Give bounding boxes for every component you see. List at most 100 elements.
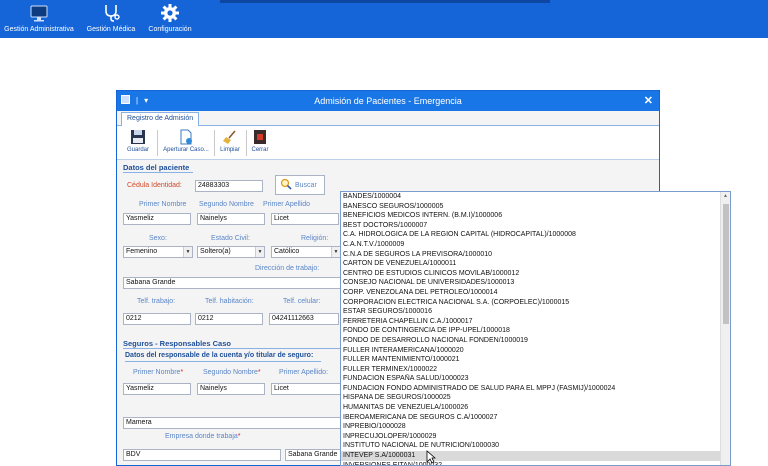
religion-label: Religión:	[301, 235, 329, 242]
dropdown-option[interactable]: FONDO DE DESARROLLO NACIONAL FONDEN/1000…	[341, 336, 721, 346]
dropdown-option[interactable]: INSTITUTO NACIONAL DE NUTRICION/1000030	[341, 441, 721, 451]
company-field[interactable]: BDV	[123, 449, 281, 461]
section-underline	[123, 172, 193, 173]
dropdown-option[interactable]: ESTAR SEGUROS/1000016	[341, 307, 721, 317]
save-button[interactable]: Guardar	[123, 128, 153, 158]
ins-address-field[interactable]: Mamera	[123, 417, 341, 429]
nav-label: Gestión Médica	[86, 26, 136, 33]
dropdown-option[interactable]: BANESCO SEGUROS/1000005	[341, 202, 721, 212]
dropdown-option[interactable]: FUNDACION ESPAÑA SALUD/1000023	[341, 374, 721, 384]
second-name-label: Segundo Nombre	[199, 201, 254, 208]
civil-status-label: Estado Civil:	[211, 235, 250, 242]
phone-home-field[interactable]: 0212	[195, 313, 263, 325]
dropdown-option[interactable]: BEST DOCTORS/1000007	[341, 221, 721, 231]
dropdown-option[interactable]: C.A. HIDROLOGICA DE LA REGION CAPITAL (H…	[341, 230, 721, 240]
dropdown-option[interactable]: FULLER TERMINEX/1000022	[341, 365, 721, 375]
search-button[interactable]: Buscar	[275, 175, 325, 195]
nav-label: Configuración	[148, 26, 192, 33]
nav-gestion-medica[interactable]: Gestión Médica	[86, 2, 136, 36]
subsection-underline	[125, 361, 321, 362]
phone-work-label: Telf. trabajo:	[137, 298, 176, 305]
chevron-down-icon: ▼	[255, 247, 264, 257]
ins-second-name-label: Segundo Nombre*	[203, 369, 261, 376]
toolbar-separator	[246, 130, 247, 156]
dropdown-option[interactable]: BENEFICIOS MEDICOS INTERN. (B.M.I)/10000…	[341, 211, 721, 221]
dropdown-option[interactable]: CARTON DE VENEZUELA/1000011	[341, 259, 721, 269]
ribbon-tabs: Registro de Admisión	[117, 111, 659, 126]
dropdown-scrollbar[interactable]: ▲	[720, 192, 730, 465]
dialog-title: Admisión de Pacientes - Emergencia	[314, 96, 462, 106]
insurance-dropdown-list[interactable]: BANDES/1000004 BANESCO SEGUROS/1000005 BEN…	[340, 191, 731, 466]
exit-icon	[251, 128, 269, 146]
close-button[interactable]: Cerrar	[248, 128, 272, 158]
dropdown-option[interactable]: CONSEJO NACIONAL DE UNIVERSIDADES/100001…	[341, 278, 721, 288]
dropdown-option[interactable]: CENTRO DE ESTUDIOS CLINICOS MOVILAB/1000…	[341, 269, 721, 279]
sex-label: Sexo:	[149, 235, 167, 242]
chevron-down-icon: ▼	[331, 247, 340, 257]
first-name-field[interactable]: Yasmeliz	[123, 213, 191, 225]
nav-label: Gestión Administrativa	[4, 26, 74, 33]
phone-work-field[interactable]: 0212	[123, 313, 191, 325]
top-navigation-bar: Gestión Administrativa Gestión Médica Co…	[0, 0, 768, 38]
toolbar-separator	[214, 130, 215, 156]
first-surname-label: Primer Apellido	[263, 201, 311, 208]
dropdown-items: BANDES/1000004 BANESCO SEGUROS/1000005 BEN…	[341, 192, 730, 465]
toolbar-separator	[157, 130, 158, 156]
dropdown-option[interactable]: CORP. VENEZOLANA DEL PETROLEO/1000014	[341, 288, 721, 298]
dropdown-option[interactable]: INVERSIONES EITAN/1000032	[341, 461, 721, 465]
nav-gestion-administrativa[interactable]: Gestión Administrativa	[4, 2, 74, 36]
dropdown-option[interactable]: BANDES/1000004	[341, 192, 721, 202]
dropdown-option[interactable]: INPREBIO/1000028	[341, 422, 721, 432]
dropdown-option[interactable]: FULLER INTERAMERICANA/1000020	[341, 346, 721, 356]
close-icon[interactable]: ✕	[644, 94, 653, 107]
ribbon-toolbar: Guardar Aperturar Caso... Limpiar Cerrar	[117, 126, 659, 160]
ins-first-surname-field[interactable]: Licet	[271, 383, 341, 395]
cedula-label: Cédula Identidad:	[127, 182, 182, 189]
stethoscope-icon	[100, 2, 122, 24]
ins-first-name-label: Primer Nombre*	[133, 369, 184, 376]
address-field[interactable]: Sabana Grande	[123, 277, 341, 289]
tab-registro-admision[interactable]: Registro de Admisión	[121, 112, 200, 126]
phone-home-label: Telf. habitación:	[205, 298, 254, 305]
first-name-label: Primer Nombre	[139, 201, 187, 208]
document-icon	[177, 128, 195, 146]
clear-button[interactable]: Limpiar	[217, 128, 243, 158]
ins-first-name-field[interactable]: Yasmeliz	[123, 383, 191, 395]
top-strip	[220, 0, 550, 3]
first-surname-field[interactable]: Licet	[271, 213, 339, 225]
gear-icon	[159, 2, 181, 24]
civil-status-select[interactable]: Soltero(a) ▼	[197, 246, 265, 258]
ins-first-surname-label: Primer Apellido:	[279, 369, 329, 376]
scrollbar-thumb[interactable]	[723, 204, 729, 324]
subsection-responsable: Datos del responsable de la cuenta y/o t…	[125, 352, 314, 359]
dropdown-option[interactable]: IBEROAMERICANA DE SEGUROS C.A/1000027	[341, 413, 721, 423]
dropdown-option[interactable]: FUNDACION FONDO ADMINISTRADO DE SALUD PA…	[341, 384, 721, 394]
search-label: Buscar	[295, 181, 317, 189]
section-datos-paciente: Datos del paciente	[123, 163, 190, 172]
dropdown-option[interactable]: CORPORACION ELECTRICA NACIONAL S.A. (COR…	[341, 298, 721, 308]
dropdown-option[interactable]: C.A.N.T.V./1000009	[341, 240, 721, 250]
broom-icon	[221, 128, 239, 146]
address-label: Dirección de trabajo:	[255, 265, 320, 272]
sex-select[interactable]: Femenino ▼	[123, 246, 193, 258]
cedula-field[interactable]: 24883303	[195, 180, 263, 192]
dropdown-option[interactable]: FONDO DE CONTINGENCIA DE IPP-UPEL/100001…	[341, 326, 721, 336]
phone-cell-field[interactable]: 04241112663	[269, 313, 339, 325]
second-name-field[interactable]: Nainelys	[197, 213, 265, 225]
dropdown-option[interactable]: INTEVEP S.A/1000031	[341, 451, 721, 461]
dropdown-option[interactable]: FULLER MANTENIMIENTO/1000021	[341, 355, 721, 365]
dropdown-option[interactable]: HISPANA DE SEGUROS/1000025	[341, 393, 721, 403]
dropdown-option[interactable]: C.N.A DE SEGUROS LA PREVISORA/1000010	[341, 250, 721, 260]
dropdown-option[interactable]: HUMANITAS DE VENEZUELA/1000026	[341, 403, 721, 413]
scroll-up-icon[interactable]: ▲	[723, 193, 728, 199]
mouse-cursor-icon	[426, 450, 437, 466]
dialog-titlebar: | ▾ Admisión de Pacientes - Emergencia ✕	[117, 91, 659, 111]
company-address-field[interactable]: Sabana Grande	[285, 449, 343, 461]
ins-second-name-field[interactable]: Nainelys	[197, 383, 265, 395]
open-case-button[interactable]: Aperturar Caso...	[161, 128, 211, 158]
nav-configuracion[interactable]: Configuración	[146, 2, 194, 36]
religion-select[interactable]: Católico ▼	[271, 246, 341, 258]
company-label: Empresa donde trabaja*	[165, 433, 241, 440]
dropdown-option[interactable]: INPRECUJOLOPER/1000029	[341, 432, 721, 442]
dropdown-option[interactable]: FERRETERIA CHAPELLIN C.A./1000017	[341, 317, 721, 327]
